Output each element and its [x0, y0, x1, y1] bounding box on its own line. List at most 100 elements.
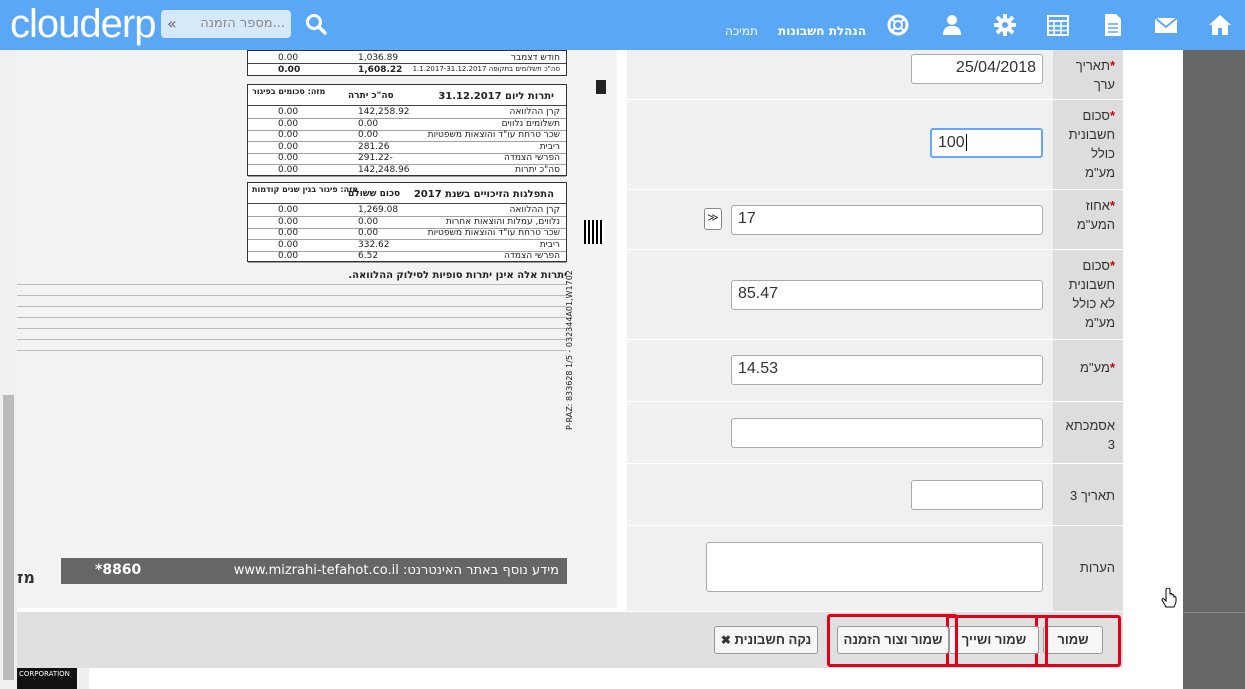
value-date-input[interactable]: 25/04/2018	[911, 54, 1043, 84]
hand-cursor-icon	[1161, 588, 1177, 608]
doc-banner-text: מידע נוסף באתר האינטרנט: www.mizrahi-tef…	[233, 563, 559, 578]
save-button[interactable]: שמור	[1043, 626, 1103, 654]
doc-balances-col2: מזה: סכומים בפיגור	[252, 87, 326, 96]
table2-row-value: 1,269.08	[358, 205, 399, 215]
row-value-date: *תאריך ערך 25/04/2018	[627, 50, 1123, 100]
vat-amount-input[interactable]: 14.53	[731, 355, 1043, 385]
row-total-incl-vat: *סכום חשבונית כולל מע"מ 100	[627, 100, 1123, 190]
calculator-icon[interactable]	[1046, 13, 1070, 37]
chevrons-left-icon[interactable]: «	[167, 14, 177, 33]
notes-textarea[interactable]	[706, 542, 1043, 592]
row-total-excl-vat: *סכום חשבונית לא כולל מע"מ 85.47	[627, 250, 1123, 340]
form-actions-bar: שמור שמור ושייך שמור וצור הזמנה ✖ נקה חש…	[17, 612, 1123, 668]
row-notes: הערות	[627, 526, 1123, 612]
doc-credits-title: התפלגות הזיכויים בשנת 2017	[413, 189, 554, 200]
table2-row-value: 0.00	[358, 228, 379, 238]
label-value-date: *תאריך ערך	[1053, 50, 1123, 99]
scrollbar-thumb[interactable]	[3, 395, 14, 680]
total-excl-vat-input[interactable]: 85.47	[731, 280, 1043, 310]
scanned-document-preview: חודש דצמבר 1,036.89 0.00 סה"כ תשלומים בת…	[17, 50, 617, 608]
doc-mark	[596, 80, 606, 94]
table1-row-divider	[248, 175, 566, 177]
right-margin	[1123, 50, 1183, 612]
table1-row-value: 281.26	[358, 141, 390, 152]
invoice-form: *תאריך ערך 25/04/2018 *סכום חשבונית כולל…	[627, 50, 1123, 612]
gear-icon[interactable]	[993, 13, 1017, 37]
divider	[617, 50, 627, 608]
table1-row-value: -291.22	[358, 153, 393, 163]
x-icon: ✖	[720, 633, 731, 647]
table1-row-label: הפרשי הצמדה	[504, 153, 560, 163]
row-date-3: תאריך 3	[627, 464, 1123, 526]
reference-3-input[interactable]	[731, 418, 1043, 448]
table2-row-divider	[248, 262, 566, 263]
table1-row-label: ריבית	[539, 141, 560, 152]
doc-note-lines	[17, 284, 567, 354]
doc-top-row1-label: חודש דצמבר	[510, 53, 560, 63]
envelope-icon[interactable]	[1154, 13, 1178, 37]
table1-row-value: 142,258.92	[358, 107, 410, 117]
table1-row-arrears: 0.00	[278, 141, 299, 152]
doc-balances-col1: סה"כ יתרה	[348, 91, 394, 101]
doc-barcode	[584, 220, 604, 244]
doc-credits-table: התפלגות הזיכויים בשנת 2017 סכום ששולם מז…	[247, 182, 567, 263]
side-panel-line	[1183, 612, 1245, 613]
lifebuoy-icon[interactable]	[886, 13, 910, 37]
side-panel	[1183, 50, 1245, 689]
search-icon[interactable]	[304, 12, 328, 36]
table2-row-label: נלווים, עמלות והוצאות אחרות	[445, 216, 560, 227]
label-vat-amount: *מע"מ	[1053, 340, 1123, 401]
clear-invoice-button[interactable]: ✖ נקה חשבונית	[714, 626, 818, 654]
date-3-input[interactable]	[911, 480, 1043, 510]
table2-row-label: ריבית	[539, 239, 560, 250]
table2-row-arrears: 0.00	[278, 216, 299, 227]
document-icon[interactable]	[1101, 13, 1125, 37]
doc-banner-phone: *8860	[95, 562, 142, 578]
table2-row-arrears: 0.00	[278, 251, 299, 261]
doc-credits-col2: מזה: פיגור בגין שנים קודמות	[252, 185, 359, 194]
row-reference-3: אסמכתא 3	[627, 402, 1123, 464]
table2-row-label: שכר טרחת עו"ד והוצאות משפטיות	[427, 228, 560, 238]
table2-row-arrears: 0.00	[278, 239, 299, 250]
table2-row-value: 6.52	[358, 251, 379, 261]
table2-row-value: 332.62	[358, 239, 390, 250]
table1-row-label: שכר טרחת עו"ד והוצאות משפטיות	[427, 130, 560, 140]
table1-row-label: סה"כ יתרות	[515, 164, 560, 175]
table1-row-arrears: 0.00	[278, 107, 299, 117]
left-scrollbar[interactable]	[0, 50, 17, 689]
doc-logo-fragment: מז	[17, 568, 35, 587]
clear-invoice-label: נקה חשבונית	[734, 632, 812, 647]
label-vat-percent: *אחוז המע"מ	[1053, 190, 1123, 249]
doc-balances-title: יתרות ליום 31.12.2017	[438, 91, 554, 102]
nav-support-link[interactable]: תמיכה	[725, 24, 758, 38]
save-create-order-button[interactable]: שמור וצור הזמנה	[837, 626, 949, 654]
vat-percent-input[interactable]: 17	[731, 205, 1043, 235]
table2-row-label: קרן ההלוואה	[509, 205, 560, 215]
nav-accounting-link[interactable]: הנהלת חשבונות	[778, 24, 866, 38]
doc-table-top: חודש דצמבר 1,036.89 0.00 סה"כ תשלומים בת…	[247, 50, 567, 76]
doc-top-row2-v1: 1,608.22	[358, 65, 403, 75]
total-incl-vat-input[interactable]: 100	[930, 128, 1043, 158]
table1-row-value: 142,248.96	[358, 164, 410, 175]
clouderp-logo[interactable]: clouderp	[10, 2, 156, 47]
user-icon[interactable]	[940, 13, 964, 37]
chevron-down-icon[interactable]: ≫	[704, 208, 722, 230]
corner-logo: CORPORATION	[17, 668, 77, 689]
table2-row-arrears: 0.00	[278, 205, 299, 215]
save-assign-button[interactable]: שמור ושייך	[949, 626, 1039, 654]
table1-row-arrears: 0.00	[278, 164, 299, 175]
doc-top-row2-v2: 0.00	[278, 65, 301, 75]
table2-row-arrears: 0.00	[278, 228, 299, 238]
label-date-3: תאריך 3	[1053, 464, 1123, 525]
table1-row-label: קרן ההלוואה	[509, 107, 560, 117]
table1-row-value: 0.00	[358, 118, 379, 129]
table1-row-value: 0.00	[358, 130, 379, 140]
table1-row-arrears: 0.00	[278, 118, 299, 129]
home-icon[interactable]	[1208, 13, 1232, 37]
label-notes: הערות	[1053, 526, 1123, 611]
below-bar	[77, 668, 1123, 689]
order-search-input[interactable]: « מספר הזמנה...	[161, 10, 291, 38]
search-placeholder: מספר הזמנה...	[200, 16, 285, 31]
doc-note-heading: יתרות אלה אינן יתרות סופיות לסילוק ההלוו…	[348, 270, 567, 281]
row-vat-percent: *אחוז המע"מ ≫ 17	[627, 190, 1123, 250]
